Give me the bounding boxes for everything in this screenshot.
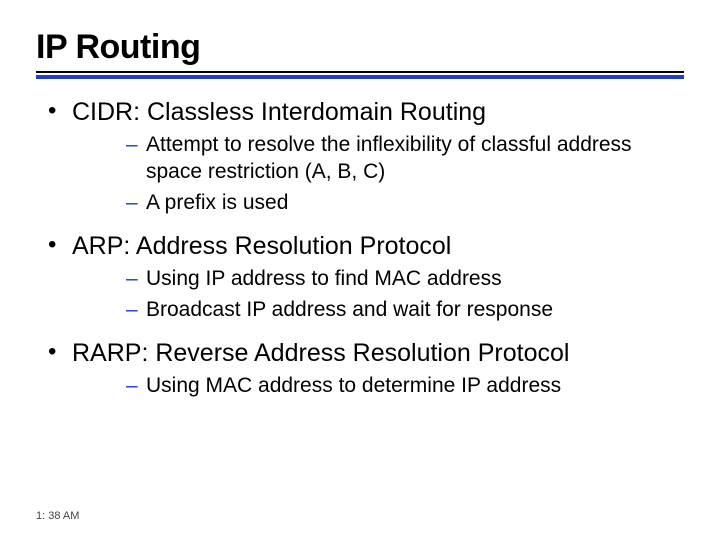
bullet-l2: Using IP address to find MAC address bbox=[126, 264, 684, 295]
bullet-l1-text: ARP: Address Resolution Protocol bbox=[72, 232, 451, 260]
slide-title: IP Routing bbox=[36, 28, 684, 67]
sub-list: Using IP address to find MAC address Bro… bbox=[72, 264, 684, 326]
bullet-l2: A prefix is used bbox=[126, 188, 684, 219]
bullet-l2: Broadcast IP address and wait for respon… bbox=[126, 295, 684, 326]
bullet-list: CIDR: Classless Interdomain Routing Atte… bbox=[36, 93, 684, 410]
bullet-l1: ARP: Address Resolution Protocol Using I… bbox=[44, 227, 684, 334]
title-underline-thin bbox=[36, 71, 684, 73]
sub-list: Attempt to resolve the inflexibility of … bbox=[72, 130, 684, 219]
sub-list: Using MAC address to determine IP addres… bbox=[72, 371, 684, 402]
bullet-l1-text: RARP: Reverse Address Resolution Protoco… bbox=[72, 339, 569, 367]
title-underline-thick bbox=[36, 75, 684, 79]
bullet-l1: CIDR: Classless Interdomain Routing Atte… bbox=[44, 93, 684, 227]
bullet-l2: Attempt to resolve the inflexibility of … bbox=[126, 130, 684, 188]
bullet-l1-text: CIDR: Classless Interdomain Routing bbox=[72, 98, 486, 126]
bullet-l2: Using MAC address to determine IP addres… bbox=[126, 371, 684, 402]
slide: IP Routing CIDR: Classless Interdomain R… bbox=[0, 0, 720, 540]
timestamp: 1: 38 AM bbox=[36, 510, 79, 522]
bullet-l1: RARP: Reverse Address Resolution Protoco… bbox=[44, 334, 684, 410]
